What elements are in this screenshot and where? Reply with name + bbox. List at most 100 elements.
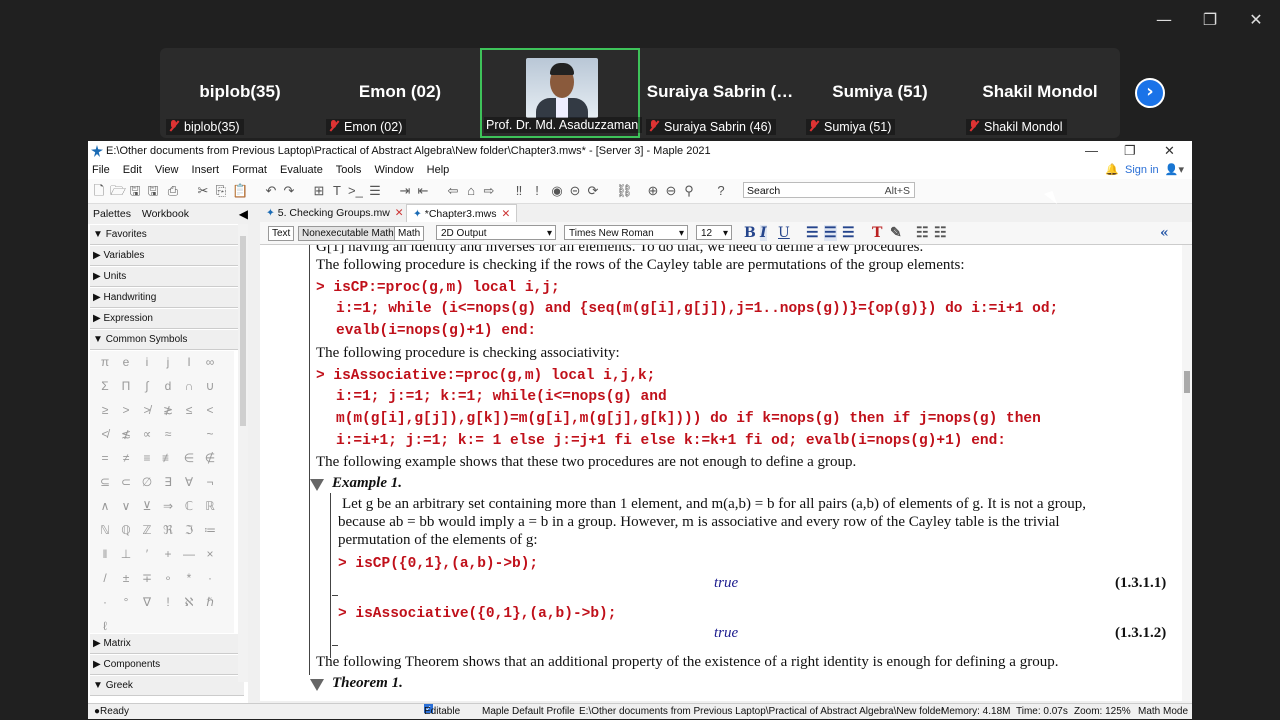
palette-expression[interactable]: ▶ Expression: [90, 309, 244, 329]
symbol-button[interactable]: ⊆: [94, 475, 116, 489]
output-mode-select[interactable]: 2D Output: [436, 225, 556, 241]
symbol-button[interactable]: ×: [199, 547, 221, 561]
font-select[interactable]: Times New Roman: [564, 225, 688, 241]
symbol-button[interactable]: ∃: [157, 475, 179, 489]
symbol-button[interactable]: ∪: [199, 379, 221, 393]
symbol-button[interactable]: ⇒: [157, 499, 179, 513]
search-input[interactable]: Search Alt+S: [743, 182, 915, 198]
symbol-button[interactable]: °: [115, 595, 137, 609]
italic-button[interactable]: I: [760, 225, 767, 241]
maple-close-button[interactable]: ✕: [1164, 141, 1175, 161]
symbol-button[interactable]: ∉: [199, 451, 221, 465]
symbol-button[interactable]: ℂ: [178, 499, 200, 513]
collapse-section-icon[interactable]: [310, 479, 324, 491]
symbol-button[interactable]: >: [115, 403, 137, 417]
stop-icon[interactable]: ◉: [550, 184, 564, 198]
worksheet[interactable]: G[1] having an identity and inverses for…: [260, 245, 1182, 701]
restart-icon[interactable]: ⟳: [586, 184, 600, 198]
doc-tab-active[interactable]: ✦ *Chapter3.mws ✕: [406, 204, 518, 223]
close-tab-icon[interactable]: ✕: [395, 207, 404, 219]
open-icon[interactable]: 🗁: [110, 184, 126, 198]
highlight-icon[interactable]: ✎: [890, 225, 902, 241]
palette-handwriting[interactable]: ▶ Handwriting: [90, 288, 244, 308]
text-mode-button[interactable]: Text: [268, 226, 295, 241]
save-icon[interactable]: 🖫: [128, 184, 142, 198]
maple-restore-button[interactable]: ❐: [1124, 141, 1136, 161]
help-icon[interactable]: ?: [714, 184, 728, 198]
next-participants-button[interactable]: ›: [1135, 78, 1165, 108]
symbol-button[interactable]: ±: [115, 571, 137, 585]
symbol-button[interactable]: ∝: [136, 427, 158, 441]
participant-tile-active-speaker[interactable]: Prof. Dr. Md. Asaduzzaman: [480, 48, 643, 138]
save-as-icon[interactable]: 🖫: [146, 184, 160, 198]
symbol-button[interactable]: d: [157, 379, 179, 393]
cut-icon[interactable]: ✂: [196, 184, 210, 198]
symbol-button[interactable]: e: [115, 355, 137, 369]
link-icon[interactable]: ⛓: [616, 184, 633, 198]
menu-evaluate[interactable]: Evaluate: [280, 164, 323, 176]
forward-icon[interactable]: ⇨: [482, 184, 496, 198]
new-document-icon[interactable]: 🗋: [92, 184, 106, 198]
sign-in-area[interactable]: 🔔 Sign in 👤▾: [1105, 161, 1184, 179]
participant-tile[interactable]: Suraiya Sabrin (… Suraiya Sabrin (46): [640, 48, 800, 138]
symbol-button[interactable]: ∞: [199, 355, 221, 369]
input-line[interactable]: > isCP:=proc(g,m) local i,j;: [316, 280, 560, 296]
participant-tile[interactable]: biplob(35) biplob(35): [160, 48, 320, 138]
symbol-button[interactable]: ℝ: [199, 499, 221, 513]
symbol-button[interactable]: ℓ: [94, 619, 116, 633]
symbol-button[interactable]: ℜ: [157, 523, 179, 537]
paragraph-icon[interactable]: ☰: [368, 184, 382, 198]
back-icon[interactable]: ⇦: [446, 184, 460, 198]
symbol-button[interactable]: ∀: [178, 475, 200, 489]
input-line[interactable]: > isAssociative:=proc(g,m) local i,j,k;: [316, 368, 655, 384]
align-right-icon[interactable]: ☰: [842, 225, 855, 241]
debug-icon[interactable]: ⊝: [568, 184, 582, 198]
symbol-button[interactable]: ‖: [94, 547, 116, 561]
participant-tile[interactable]: Emon (02) Emon (02): [320, 48, 480, 138]
tab-palettes[interactable]: Palettes: [93, 208, 131, 220]
bullet-list-icon[interactable]: ☷: [916, 225, 929, 241]
bell-icon[interactable]: 🔔: [1105, 164, 1119, 176]
symbol-button[interactable]: /: [94, 571, 116, 585]
redo-icon[interactable]: ↷: [282, 184, 296, 198]
input-line[interactable]: i:=1; while (i<=nops(g) and {seq(m(g[i],…: [336, 301, 1058, 317]
underline-button[interactable]: U: [778, 225, 790, 241]
symbol-button[interactable]: π: [94, 355, 116, 369]
outdent-icon[interactable]: ⇤: [416, 184, 430, 198]
numbered-list-icon[interactable]: ☷: [934, 225, 947, 241]
palette-greek[interactable]: ▼ Greek: [90, 676, 244, 696]
collapse-panel-icon[interactable]: ◀: [239, 204, 248, 224]
input-line[interactable]: i:=1; j:=1; k:=1; while(i<=nops(g) and: [336, 389, 667, 405]
symbol-button[interactable]: ≡: [136, 451, 158, 465]
symbol-button[interactable]: ⊂: [115, 475, 137, 489]
close-tab-icon[interactable]: ✕: [502, 208, 511, 220]
nonexecutable-math-button[interactable]: Nonexecutable Math: [298, 226, 398, 241]
symbol-button[interactable]: ~: [199, 427, 221, 441]
restore-button[interactable]: ❐: [1199, 10, 1221, 29]
menu-insert[interactable]: Insert: [192, 164, 220, 176]
symbol-button[interactable]: ℚ: [115, 523, 137, 537]
symbol-button[interactable]: ≠: [115, 451, 137, 465]
symbol-button[interactable]: ≔: [199, 523, 221, 537]
palette-variables[interactable]: ▶ Variables: [90, 246, 244, 266]
insert-prompt-icon[interactable]: >_: [348, 184, 363, 198]
symbol-button[interactable]: ≥: [94, 403, 116, 417]
symbol-button[interactable]: ·: [199, 571, 221, 585]
symbol-button[interactable]: ∧: [94, 499, 116, 513]
input-line[interactable]: evalb(i=nops(g)+1) end:: [336, 323, 536, 339]
palette-common-symbols[interactable]: ▼ Common Symbols: [90, 330, 244, 350]
palette-favorites[interactable]: ▼ Favorites: [90, 225, 244, 245]
symbol-button[interactable]: ≤: [178, 403, 200, 417]
menu-help[interactable]: Help: [427, 164, 450, 176]
palette-matrix[interactable]: ▶ Matrix: [90, 634, 244, 654]
indent-icon[interactable]: ⇥: [398, 184, 412, 198]
text-color-icon[interactable]: T: [872, 225, 882, 241]
symbol-button[interactable]: ∓: [136, 571, 158, 585]
zoom-icon[interactable]: ⚲: [682, 184, 696, 198]
doc-tab[interactable]: ✦ 5. Checking Groups.mw ✕: [260, 204, 410, 222]
symbol-button[interactable]: ⊻: [136, 499, 158, 513]
symbol-button[interactable]: ∇: [136, 595, 158, 609]
symbol-button[interactable]: ℑ: [178, 523, 200, 537]
menu-format[interactable]: Format: [232, 164, 267, 176]
input-line[interactable]: > isCP({0,1},(a,b)->b);: [338, 556, 538, 572]
